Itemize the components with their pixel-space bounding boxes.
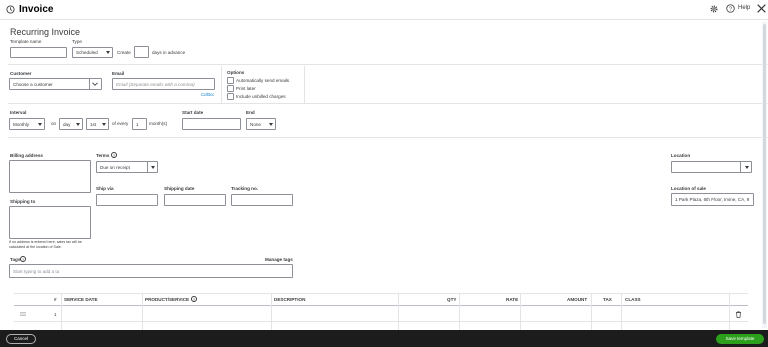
auto-send-checkbox[interactable] <box>227 77 234 84</box>
every-input[interactable]: 1 <box>132 118 147 130</box>
sales-tax-note: If no address is entered here, sales tax… <box>9 240 82 249</box>
terms-label: Terms <box>96 153 110 158</box>
col-divider <box>591 293 592 330</box>
divider <box>8 137 768 138</box>
history-icon[interactable] <box>6 5 15 14</box>
col-num: # <box>54 297 57 302</box>
start-date-input[interactable] <box>182 118 241 130</box>
col-qty: QTY <box>447 297 457 302</box>
drag-handle-icon[interactable] <box>20 311 26 317</box>
location-of-sale-label: Location of sale <box>671 186 706 191</box>
template-name-input[interactable] <box>10 47 67 58</box>
row-number: 1 <box>54 312 57 317</box>
cc-bcc-link[interactable]: Cc/Bcc <box>201 92 214 97</box>
col-amount: AMOUNT <box>567 297 588 302</box>
create-days-input[interactable] <box>134 46 149 58</box>
of-every-label: of every <box>112 121 129 126</box>
tags-input[interactable]: Start typing to add a ta <box>9 264 293 278</box>
options-label: Options <box>227 70 245 75</box>
template-name-label: Template name <box>10 39 42 44</box>
col-class: CLASS <box>625 297 641 302</box>
options-divider <box>221 66 222 103</box>
tags-label: Tags <box>10 257 21 262</box>
shipping-to-label: Shipping to <box>10 199 36 204</box>
on-select[interactable]: day <box>59 118 83 130</box>
col-divider <box>729 293 730 330</box>
col-divider <box>621 293 622 330</box>
customer-select[interactable]: Choose a customer <box>9 78 102 90</box>
shipping-date-input[interactable] <box>164 194 226 206</box>
top-bar <box>0 0 768 20</box>
info-icon[interactable]: ? <box>111 152 117 158</box>
close-icon[interactable] <box>756 3 767 14</box>
col-service-date: SERVICE DATE <box>64 297 98 302</box>
day-select[interactable]: 1st <box>86 118 109 130</box>
shipping-date-label: Shipping date <box>164 186 195 191</box>
svg-text:?: ? <box>729 6 732 12</box>
end-label: End <box>246 110 255 115</box>
help-icon[interactable]: ? <box>726 4 735 13</box>
col-divider <box>61 293 62 330</box>
location-of-sale-input[interactable]: 1 Park Plaza, 6th Floor, Irvine, CA, 9 <box>671 193 754 206</box>
col-product-service: PRODUCT/SERVICE <box>145 297 190 302</box>
save-template-button[interactable]: Save template <box>716 334 764 344</box>
divider <box>8 103 768 104</box>
help-link[interactable]: Help <box>738 5 750 11</box>
col-divider <box>459 293 460 330</box>
interval-select[interactable]: Monthly <box>9 118 45 130</box>
auto-send-label: Automatically send emails <box>236 78 290 83</box>
manage-tags-link[interactable]: Manage tags <box>265 257 293 262</box>
interval-label: Interval <box>10 110 27 115</box>
tracking-no-input[interactable] <box>231 194 293 206</box>
email-input[interactable]: Email (Separate emails with a comma) <box>112 78 215 90</box>
shipping-to-input[interactable] <box>9 206 91 239</box>
billing-address-label: Billing address <box>10 153 43 158</box>
trash-icon[interactable] <box>735 311 742 318</box>
table-row[interactable] <box>14 306 748 322</box>
form-heading: Recurring Invoice <box>10 27 81 37</box>
email-label: Email <box>112 71 125 76</box>
print-later-label: Print later <box>236 86 256 91</box>
ship-via-input[interactable] <box>96 194 158 206</box>
tags-info-icon[interactable]: ? <box>20 256 26 262</box>
months-label: month(s) <box>149 121 168 126</box>
days-in-advance-label: days in advance <box>152 50 186 55</box>
page-title: Invoice <box>19 4 54 15</box>
col-tax: TAX <box>603 297 612 302</box>
on-label: on <box>51 121 57 126</box>
footer-bar <box>0 330 768 347</box>
customer-label: Customer <box>10 71 32 76</box>
type-select[interactable]: Scheduled <box>72 47 113 58</box>
col-divider <box>520 293 521 330</box>
options-divider-right <box>304 66 305 103</box>
col-description: DESCRIPTION <box>274 297 306 302</box>
col-divider <box>271 293 272 330</box>
end-select[interactable]: None <box>246 118 276 130</box>
scrollbar-thumb[interactable] <box>763 24 766 324</box>
create-label: Create <box>117 50 131 55</box>
col-rate: RATE <box>506 297 519 302</box>
col-divider <box>142 293 143 330</box>
billing-address-input[interactable] <box>9 160 91 193</box>
divider <box>8 64 768 65</box>
location-label: Location <box>671 153 691 158</box>
terms-select[interactable]: Due on receipt <box>96 161 158 173</box>
type-label: Type <box>72 39 82 44</box>
chevron-down-icon <box>92 81 98 87</box>
cancel-button[interactable]: Cancel <box>6 334 36 344</box>
print-later-checkbox[interactable] <box>227 85 234 92</box>
line-items-table: # SERVICE DATE PRODUCT/SERVICE ? DESCRIP… <box>14 293 748 330</box>
location-select[interactable] <box>671 161 752 173</box>
ship-via-label: Ship via <box>96 186 114 191</box>
unbilled-charges-label: Include unbilled charges <box>236 94 286 99</box>
gear-icon[interactable] <box>709 4 719 14</box>
product-info-icon[interactable]: ? <box>191 296 197 302</box>
unbilled-charges-checkbox[interactable] <box>227 93 234 100</box>
start-date-label: Start date <box>182 110 204 115</box>
tracking-no-label: Tracking no. <box>231 186 259 191</box>
col-divider <box>398 293 399 330</box>
